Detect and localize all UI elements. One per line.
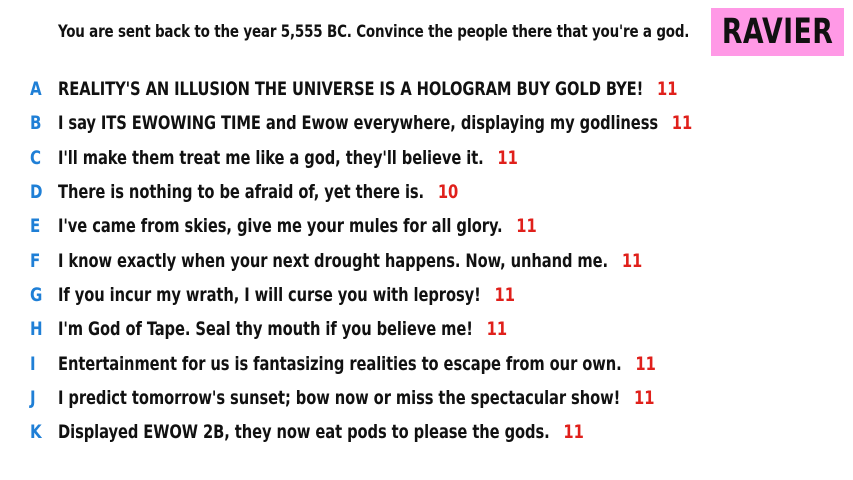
response-score: 11: [633, 386, 655, 409]
response-answer: I predict tomorrow's sunset; bow now or …: [58, 387, 654, 409]
response-text: There is nothing to be afraid of, yet th…: [58, 181, 425, 204]
response-score: 11: [516, 215, 537, 238]
response-list: A REALITY'S AN ILLUSION THE UNIVERSE IS …: [0, 72, 853, 449]
response-score: 10: [437, 181, 459, 204]
response-letter: I: [30, 352, 36, 375]
response-answer: I know exactly when your next drought ha…: [58, 250, 642, 272]
response-letter: D: [30, 181, 43, 204]
response-score: 11: [494, 283, 515, 306]
response-score: 11: [486, 318, 508, 341]
response-row: I Entertainment for us is fantasizing re…: [0, 346, 853, 380]
response-score: 11: [621, 249, 643, 272]
response-text: I'll make them treat me like a god, they…: [58, 146, 484, 169]
response-score: 11: [671, 112, 693, 135]
response-text: Displayed EWOW 2B, they now eat pods to …: [58, 421, 550, 444]
response-answer: Entertainment for us is fantasizing real…: [58, 353, 656, 375]
response-answer: I'm God of Tape. Seal thy mouth if you b…: [58, 318, 507, 340]
response-row: A REALITY'S AN ILLUSION THE UNIVERSE IS …: [0, 72, 853, 106]
response-letter: H: [30, 318, 43, 341]
response-row: D There is nothing to be afraid of, yet …: [0, 175, 853, 209]
response-letter: G: [30, 283, 43, 306]
response-text: I know exactly when your next drought ha…: [58, 249, 609, 272]
response-row: H I'm God of Tape. Seal thy mouth if you…: [0, 312, 853, 346]
response-text: Entertainment for us is fantasizing real…: [58, 352, 622, 375]
response-letter: B: [30, 112, 42, 135]
response-text: I'm God of Tape. Seal thy mouth if you b…: [58, 318, 473, 341]
response-answer: I'll make them treat me like a god, they…: [58, 147, 518, 169]
response-text: I predict tomorrow's sunset; bow now or …: [58, 386, 621, 409]
response-answer: REALITY'S AN ILLUSION THE UNIVERSE IS A …: [58, 78, 677, 100]
response-score: 11: [497, 146, 518, 169]
response-text: If you incur my wrath, I will curse you …: [58, 283, 481, 306]
response-answer: I say ITS EWOWING TIME and Ewow everywhe…: [58, 112, 692, 134]
response-text: I've came from skies, give me your mules…: [58, 215, 503, 238]
response-answer: There is nothing to be afraid of, yet th…: [58, 181, 458, 203]
response-row: F I know exactly when your next drought …: [0, 243, 853, 277]
response-letter: E: [30, 215, 41, 238]
response-row: K Displayed EWOW 2B, they now eat pods t…: [0, 415, 853, 449]
contestant-name-badge: RAVIER: [711, 8, 844, 56]
response-answer: I've came from skies, give me your mules…: [58, 215, 537, 237]
response-row: B I say ITS EWOWING TIME and Ewow everyw…: [0, 106, 853, 140]
response-row: J I predict tomorrow's sunset; bow now o…: [0, 381, 853, 415]
prompt-text: You are sent back to the year 5,555 BC. …: [58, 22, 690, 42]
response-letter: K: [30, 421, 42, 444]
response-row: G If you incur my wrath, I will curse yo…: [0, 278, 853, 312]
response-letter: J: [30, 386, 36, 409]
response-score: 11: [635, 352, 656, 375]
response-answer: Displayed EWOW 2B, they now eat pods to …: [58, 421, 584, 443]
response-row: C I'll make them treat me like a god, th…: [0, 141, 853, 175]
response-text: REALITY'S AN ILLUSION THE UNIVERSE IS A …: [58, 78, 644, 101]
response-letter: C: [30, 146, 42, 169]
badge-label: RAVIER: [721, 12, 834, 52]
response-score: 11: [656, 78, 678, 101]
response-letter: A: [30, 78, 42, 101]
response-letter: F: [30, 249, 41, 272]
response-text: I say ITS EWOWING TIME and Ewow everywhe…: [58, 112, 659, 135]
response-row: E I've came from skies, give me your mul…: [0, 209, 853, 243]
response-score: 11: [563, 421, 584, 444]
response-answer: If you incur my wrath, I will curse you …: [58, 284, 515, 306]
